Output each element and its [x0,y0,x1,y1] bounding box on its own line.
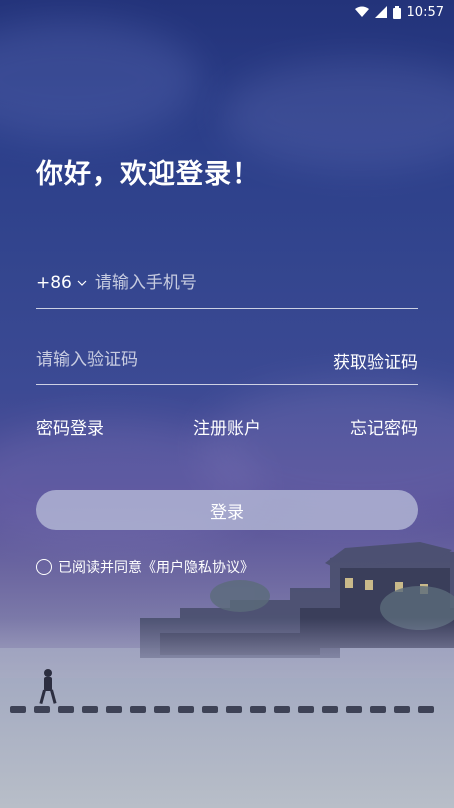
country-code-selector[interactable]: +86 [36,273,87,293]
background-cloud [0,20,200,140]
verification-code-field: 获取验证码 [36,336,418,385]
chevron-down-icon [77,280,87,286]
get-code-button[interactable]: 获取验证码 [333,348,418,373]
login-screen: 10:57 你好，欢迎登录！ +86 获取验证码 密码登录 注册账户 忘记密码 … [0,0,454,808]
login-button[interactable]: 登录 [36,490,418,530]
phone-field: +86 [36,258,418,309]
phone-input[interactable] [94,273,418,293]
signal-icon [374,6,387,18]
verification-code-input[interactable] [36,350,333,370]
page-title: 你好，欢迎登录！ [36,159,260,190]
password-login-link[interactable]: 密码登录 [36,414,104,439]
forgot-password-link[interactable]: 忘记密码 [350,414,418,439]
agreement-checkbox[interactable] [36,559,52,575]
agreement-text[interactable]: 已阅读并同意《用户隐私协议》 [58,557,254,577]
register-link[interactable]: 注册账户 [193,414,261,439]
auth-links: 密码登录 注册账户 忘记密码 [36,414,418,439]
status-bar: 10:57 [0,0,454,24]
agreement-row: 已阅读并同意《用户隐私协议》 [36,557,254,577]
battery-icon [392,5,401,19]
wifi-icon [354,6,369,18]
status-time: 10:57 [406,4,444,20]
country-code-label: +86 [36,273,72,293]
